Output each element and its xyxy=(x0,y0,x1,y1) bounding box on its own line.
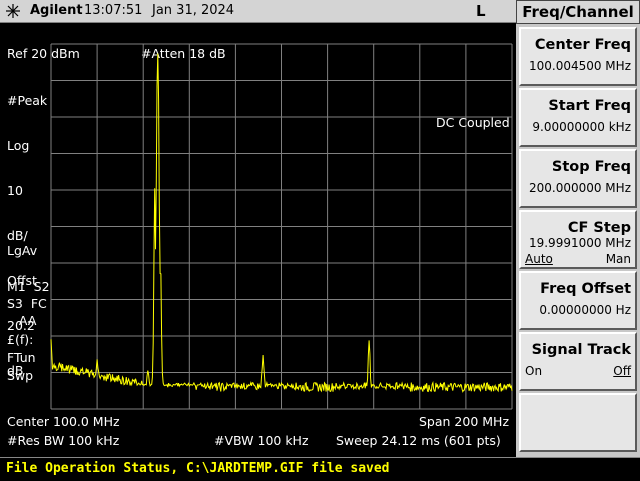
spectrum-display: Ref 20 dBm #Atten 18 dB #Peak Log 10 dB/… xyxy=(0,23,516,457)
softkey-label: Center Freq xyxy=(534,37,631,53)
softkey-label: Freq Offset xyxy=(540,281,631,297)
menu-title: Freq/Channel xyxy=(516,0,640,24)
freq-offset-softkey[interactable]: Freq Offset 0.00000000 Hz xyxy=(519,271,637,330)
top-status-bar: Agilent 13:07:51 Jan 31, 2024 L xyxy=(0,0,516,23)
cf-step-man-option: Man xyxy=(605,252,631,266)
signal-track-softkey[interactable]: Signal Track On Off xyxy=(519,332,637,391)
resolution-bandwidth: #Res BW 100 kHz xyxy=(7,433,120,448)
clock-date: Jan 31, 2024 xyxy=(152,3,235,18)
video-bandwidth: #VBW 100 kHz xyxy=(214,433,309,448)
sweep-time: Sweep 24.12 ms (601 pts) xyxy=(336,433,501,448)
softkey-label: Stop Freq xyxy=(551,159,631,175)
cf-step-auto-option: Auto xyxy=(525,252,553,266)
softkey-panel: Freq/Channel Center Freq 100.004500 MHz … xyxy=(516,0,640,457)
center-freq-softkey[interactable]: Center Freq 100.004500 MHz xyxy=(519,27,637,86)
clock-time: 13:07:51 xyxy=(84,3,143,18)
spectrum-graticule xyxy=(50,43,513,410)
softkey-value: 9.00000000 kHz xyxy=(532,120,631,134)
start-freq-softkey[interactable]: Start Freq 9.00000000 kHz xyxy=(519,88,637,147)
status-message: File Operation Status, C:\JARDTEMP.GIF f… xyxy=(6,461,390,476)
softkey-value: 19.9991000 MHz xyxy=(528,236,631,250)
softkey-value: 200.000000 MHz xyxy=(528,181,631,195)
agilent-spark-logo-icon xyxy=(6,4,20,18)
coupling-annotation: DC Coupled xyxy=(436,115,510,130)
blank-softkey[interactable] xyxy=(519,393,637,452)
stop-freq-softkey[interactable]: Stop Freq 200.000000 MHz xyxy=(519,149,637,208)
softkey-value: 0.00000000 Hz xyxy=(539,303,631,317)
signal-track-on-option: On xyxy=(525,364,543,378)
signal-track-off-option: Off xyxy=(613,364,631,378)
center-frequency-readout: Center 100.0 MHz xyxy=(7,414,120,429)
softkey-value: 100.004500 MHz xyxy=(528,59,631,73)
brand-name: Agilent xyxy=(30,3,83,18)
file-status-bar: File Operation Status, C:\JARDTEMP.GIF f… xyxy=(0,457,640,481)
softkey-label: CF Step xyxy=(567,220,631,236)
local-indicator: L xyxy=(476,2,486,20)
softkey-label: Signal Track xyxy=(531,342,631,358)
cf-step-softkey[interactable]: CF Step 19.9991000 MHz Auto Man xyxy=(519,210,637,269)
span-readout: Span 200 MHz xyxy=(419,414,510,429)
softkey-label: Start Freq xyxy=(548,98,631,114)
